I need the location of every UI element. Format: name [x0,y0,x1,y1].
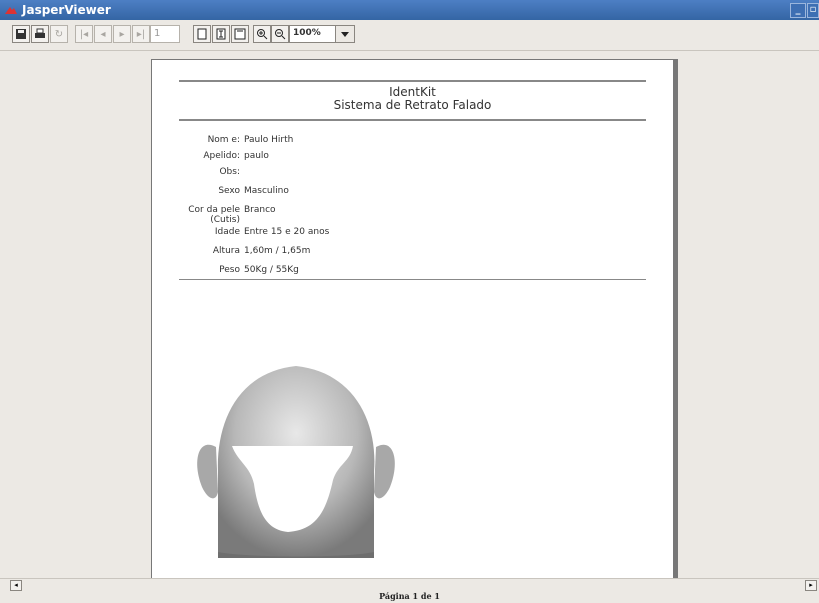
field-value-altura: 1,60m / 1,65m [244,246,311,256]
field-value-sexo: Masculino [244,186,289,196]
print-icon [35,28,45,38]
reload-button[interactable]: ↻ [50,25,68,43]
zoom-out-icon [275,29,286,40]
jasper-logo-icon [5,7,17,14]
next-page-icon: ▸ [119,28,125,40]
zoom-in-button[interactable] [253,25,271,43]
report-page: IdentKit Sistema de Retrato Falado Nom e… [151,59,674,581]
next-page-button[interactable]: ▸ [113,25,131,43]
field-label-obs: Obs: [219,167,240,177]
minimize-button[interactable]: _ [790,3,806,18]
last-page-icon: ▸| [136,28,146,40]
first-page-button[interactable]: |◂ [75,25,93,43]
reload-icon: ↻ [54,28,64,40]
page-number-input[interactable]: 1 [150,25,180,43]
fit-page-button[interactable] [212,25,230,43]
chevron-left-icon: ◂ [14,581,18,589]
actual-size-button[interactable] [193,25,211,43]
field-label-cor-da-pele: Cor da pele [188,205,240,215]
scroll-right-button[interactable]: ▸ [805,580,817,591]
print-button[interactable] [31,25,49,43]
zoom-in-icon [257,29,268,40]
field-label-nome: Nom e: [207,135,240,145]
fit-width-button[interactable] [231,25,249,43]
field-value-peso: 50Kg / 55Kg [244,265,299,275]
toolbar: ↻ |◂ ◂ ▸ ▸| 1 100% [0,20,819,51]
field-label-apelido: Apelido: [203,151,240,161]
fit-page-icon [216,28,226,40]
field-label-cutis: (Cutis) [210,215,240,225]
field-label-sexo: Sexo [218,186,240,196]
header-rule-bottom [179,119,646,121]
report-subtitle: Sistema de Retrato Falado [333,98,492,112]
maximize-button[interactable]: ▫ [807,3,819,18]
report-title: IdentKit [389,85,436,99]
chevron-down-icon[interactable] [335,26,354,42]
last-page-button[interactable]: ▸| [132,25,150,43]
scroll-left-button[interactable]: ◂ [10,580,22,591]
field-value-nome: Paulo Hirth [244,135,294,145]
save-button[interactable] [12,25,30,43]
chevron-right-icon: ▸ [809,581,813,589]
field-value-cor-da-pele: Branco [244,205,276,215]
zoom-out-button[interactable] [271,25,289,43]
field-label-peso: Peso [219,265,240,275]
horizontal-scrollbar[interactable]: ◂ ▸ [0,578,819,591]
save-icon [16,29,26,39]
actual-size-icon [197,28,207,40]
window-titlebar: JasperViewer _ ▫ [0,0,819,20]
zoom-select[interactable]: 100% [289,25,355,43]
fit-width-icon [234,28,246,40]
zoom-value: 100% [293,28,321,38]
face-portrait-image [197,366,395,558]
previous-page-button[interactable]: ◂ [94,25,112,43]
first-page-icon: |◂ [79,28,89,40]
header-rule-top [179,80,646,82]
field-value-apelido: paulo [244,151,269,161]
field-value-idade: Entre 15 e 20 anos [244,227,330,237]
previous-page-icon: ◂ [100,28,106,40]
page-status: Página 1 de 1 [379,591,440,601]
report-viewer[interactable]: IdentKit Sistema de Retrato Falado Nom e… [0,51,819,581]
field-label-idade: Idade [214,227,240,237]
window-title: JasperViewer [22,3,111,17]
fields-rule-bottom [179,279,646,280]
field-label-altura: Altura [212,246,240,256]
